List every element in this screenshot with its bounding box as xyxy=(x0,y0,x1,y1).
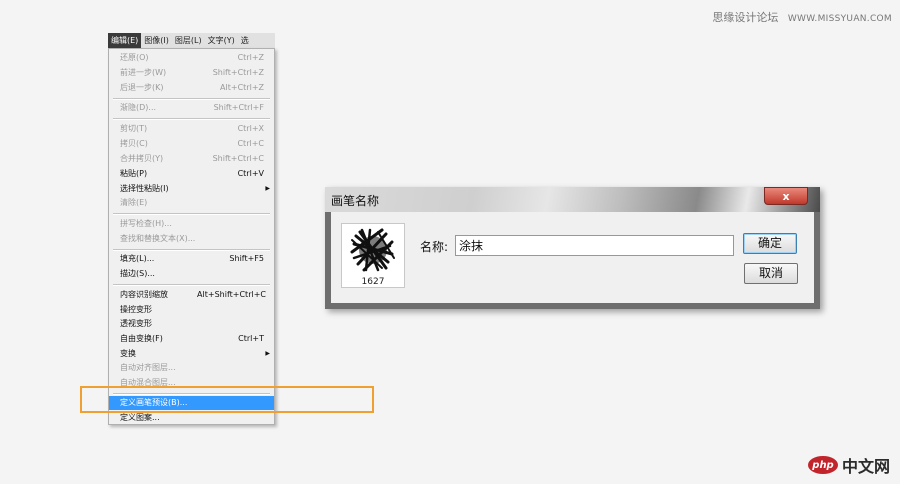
dialog-title: 画笔名称 xyxy=(331,194,380,208)
menu-item-step-forward[interactable]: 前进一步(W) Shift+Ctrl+Z xyxy=(109,66,274,80)
brush-tip-icon xyxy=(350,228,395,272)
menu-item-free-transform[interactable]: 自由变换(F) Ctrl+T xyxy=(109,332,274,346)
php-logo: php xyxy=(808,456,838,474)
menu-item-clear[interactable]: 清除(E) xyxy=(109,196,274,210)
submenu-arrow-icon: ▶ xyxy=(265,185,270,192)
dialog-body: 1627 名称: 确定 取消 xyxy=(331,212,814,303)
edit-menu: 还原(O) Ctrl+Z 前进一步(W) Shift+Ctrl+Z 后退一步(K) A… xyxy=(108,48,275,425)
menu-bar: 编辑(E) 图像(I) 图层(L) 文字(Y) 选 xyxy=(108,33,275,48)
brush-thumbnail: 1627 xyxy=(341,223,405,288)
menu-item-perspective-warp[interactable]: 透视变形 xyxy=(109,317,274,331)
menu-item-paste[interactable]: 粘贴(P) Ctrl+V xyxy=(109,167,274,181)
brush-name-dialog: 画笔名称 x 1627 名称: 涂抹 确定 取消 xyxy=(325,187,820,309)
menu-separator xyxy=(113,118,270,120)
close-icon[interactable]: x xyxy=(764,187,808,205)
watermark-url: WWW.MISSYUAN.COM xyxy=(787,14,892,24)
watermark-site-name: 思缘设计论坛 xyxy=(712,11,779,24)
menu-item-paste-special[interactable]: 选择性粘贴(I) ▶ xyxy=(109,182,274,196)
name-label: 名称: xyxy=(420,240,449,254)
menu-item-copy-merged[interactable]: 合并拷贝(Y) Shift+Ctrl+C xyxy=(109,152,274,166)
menu-item-stroke[interactable]: 描边(S)... xyxy=(109,267,274,281)
menubar-image[interactable]: 图像(I) xyxy=(141,33,172,48)
highlight-box xyxy=(80,386,374,413)
menu-item-transform[interactable]: 变换 ▶ xyxy=(109,347,274,361)
menu-item-content-aware-scale[interactable]: 内容识别缩放 Alt+Shift+Ctrl+C xyxy=(109,288,274,302)
watermark-top: 思缘设计论坛 WWW.MISSYUAN.COM xyxy=(712,9,892,25)
menu-separator xyxy=(113,249,270,251)
menu-separator xyxy=(113,284,270,286)
ok-button[interactable]: 确定 xyxy=(743,233,797,254)
menu-item-fill[interactable]: 填充(L)... Shift+F5 xyxy=(109,252,274,266)
menu-item-auto-align-layers[interactable]: 自动对齐图层... xyxy=(109,361,274,375)
watermark-brand-text: 中文网 xyxy=(842,457,891,476)
brush-size-label: 1627 xyxy=(361,277,385,287)
brush-name-input[interactable] xyxy=(455,235,734,256)
menu-item-cut[interactable]: 剪切(T) Ctrl+X xyxy=(109,122,274,136)
watermark-bottom: php 中文网 xyxy=(808,453,890,477)
menu-item-fade[interactable]: 渐隐(D)... Shift+Ctrl+F xyxy=(109,101,274,115)
menubar-layer[interactable]: 图层(L) xyxy=(172,33,205,48)
menu-item-puppet-warp[interactable]: 操控变形 xyxy=(109,303,274,317)
menubar-select[interactable]: 选 xyxy=(238,33,252,48)
menu-item-copy[interactable]: 拷贝(C) Ctrl+C xyxy=(109,137,274,151)
menu-item-undo[interactable]: 还原(O) Ctrl+Z xyxy=(109,51,274,65)
menu-item-find-replace[interactable]: 查找和替换文本(X)... xyxy=(109,232,274,246)
submenu-arrow-icon: ▶ xyxy=(265,350,270,357)
menu-item-step-backward[interactable]: 后退一步(K) Alt+Ctrl+Z xyxy=(109,81,274,95)
cancel-button[interactable]: 取消 xyxy=(744,263,798,284)
menu-item-spell-check[interactable]: 拼写检查(H)... xyxy=(109,217,274,231)
dialog-title-bar: 画笔名称 x xyxy=(325,187,820,212)
menu-separator xyxy=(113,213,270,215)
menu-separator xyxy=(113,98,270,100)
menu-item-define-pattern[interactable]: 定义图案... xyxy=(109,411,274,425)
menubar-type[interactable]: 文字(Y) xyxy=(205,33,238,48)
menubar-edit[interactable]: 编辑(E) xyxy=(108,33,142,48)
